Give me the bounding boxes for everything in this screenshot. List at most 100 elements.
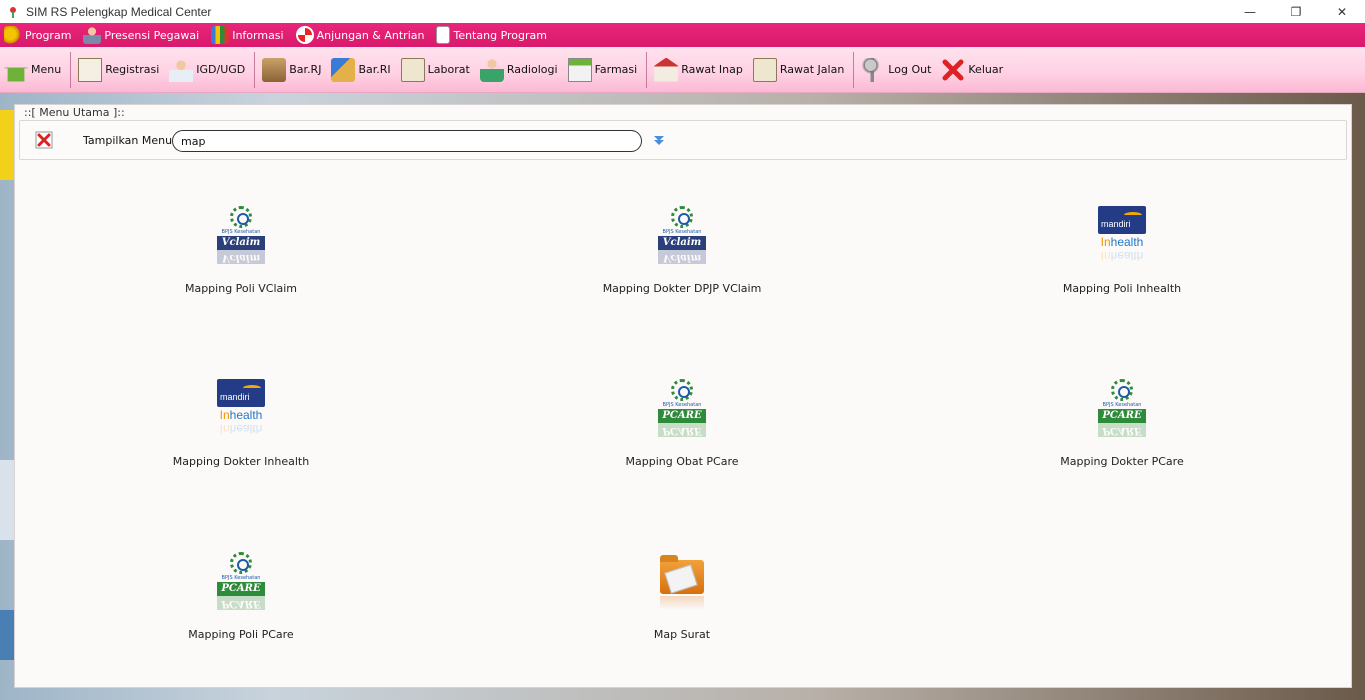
panel-title: ::[ Menu Utama ]:: [22, 106, 127, 119]
vclaim-badge-reflection: Vclaim [217, 250, 265, 264]
restore-button[interactable]: ❐ [1273, 0, 1319, 23]
vclaim-badge: Vclaim [658, 236, 706, 250]
toolbar-logout-label: Log Out [888, 63, 932, 76]
menu-informasi-label: Informasi [232, 28, 284, 42]
hospital-icon [654, 57, 679, 82]
tile-mapping-poli-inhealth[interactable]: mandiri Inhealth Inhealth Mapping Poli I… [972, 206, 1272, 316]
toolbar-radiologi-label: Radiologi [506, 63, 558, 76]
key-icon [4, 26, 22, 44]
menu-anjungan-antrian[interactable]: Anjungan & Antrian [292, 23, 433, 47]
pharmacy-icon [567, 57, 592, 82]
toolbar: Menu Registrasi IGD/UGD Bar.RJ Bar.RI La… [0, 47, 1365, 93]
background-strip [0, 460, 14, 540]
home-icon [4, 57, 28, 82]
pcare-badge: PCARE [217, 582, 265, 596]
doctor-icon [169, 57, 194, 82]
pcare-badge-reflection: PCARE [217, 596, 265, 610]
mandiri-logo: mandiri [217, 379, 265, 407]
tile-mapping-poli-vclaim[interactable]: BPJS Kesehatan Vclaim Vclaim Mapping Pol… [91, 206, 391, 316]
radiology-icon [479, 57, 504, 82]
tile-mapping-dokter-dpjp-vclaim[interactable]: BPJS Kesehatan Vclaim Vclaim Mapping Dok… [532, 206, 832, 316]
person-icon [83, 26, 102, 44]
outpatient-icon [752, 57, 777, 82]
toolbar-farmasi-button[interactable]: Farmasi [564, 50, 644, 90]
toolbar-laborat-button[interactable]: Laborat [397, 50, 476, 90]
toolbar-bar-rj-label: Bar.RJ [289, 63, 322, 76]
toolbar-bar-ri-button[interactable]: Bar.RI [327, 50, 396, 90]
toolbar-bar-ri-label: Bar.RI [358, 63, 391, 76]
tile-mapping-poli-pcare[interactable]: BPJS Kesehatan PCARE PCARE Mapping Poli … [91, 552, 391, 662]
close-window-button[interactable]: ✕ [1319, 0, 1365, 23]
document-icon [436, 26, 451, 44]
chart-icon [211, 26, 230, 44]
title-bar: SIM RS Pelengkap Medical Center — ❐ ✕ [0, 0, 1365, 23]
menu-presensi-pegawai[interactable]: Presensi Pegawai [79, 23, 207, 47]
tile-mapping-dokter-inhealth[interactable]: mandiri Inhealth Inhealth Mapping Dokter… [91, 379, 391, 489]
background-strip [0, 110, 14, 180]
toolbar-separator [853, 51, 855, 88]
bar-rj-icon [262, 57, 287, 82]
lab-icon [400, 57, 425, 82]
toolbar-keluar-button[interactable]: Keluar [937, 50, 1009, 90]
lifebuoy-icon [295, 26, 314, 44]
toolbar-logout-button[interactable]: Log Out [857, 50, 937, 90]
search-input[interactable] [172, 130, 642, 152]
folder-icon [657, 552, 707, 616]
register-icon [78, 57, 103, 82]
bpjs-pcare-logo: BPJS Kesehatan PCARE PCARE [657, 379, 707, 443]
app-icon [6, 5, 20, 19]
toolbar-rawat-jalan-label: Rawat Jalan [779, 63, 845, 76]
bpjs-pcare-logo: BPJS Kesehatan PCARE PCARE [216, 552, 266, 616]
chevron-down-icon [654, 136, 664, 145]
pcare-badge: PCARE [1098, 409, 1146, 423]
menu-program[interactable]: Program [0, 23, 79, 47]
toolbar-radiologi-button[interactable]: Radiologi [476, 50, 564, 90]
keys-icon [861, 57, 886, 82]
exit-x-icon [941, 58, 965, 82]
menu-program-label: Program [25, 28, 72, 42]
minimize-button[interactable]: — [1227, 0, 1273, 23]
mandiri-inhealth-logo: mandiri Inhealth Inhealth [216, 379, 266, 443]
menu-bar: Program Presensi Pegawai Informasi Anjun… [0, 23, 1365, 47]
toolbar-rawat-inap-button[interactable]: Rawat Inap [650, 50, 749, 90]
mandiri-inhealth-logo: mandiri Inhealth Inhealth [1097, 206, 1147, 270]
tile-label: Mapping Poli PCare [188, 628, 294, 641]
pcare-badge-reflection: PCARE [1098, 423, 1146, 437]
inhealth-reflection: Inhealth [1100, 249, 1144, 263]
inhealth-text: Inhealth [1100, 235, 1144, 249]
window-title: SIM RS Pelengkap Medical Center [26, 4, 212, 19]
tile-label: Mapping Poli Inhealth [1062, 282, 1182, 295]
close-menu-button[interactable] [35, 131, 53, 149]
tile-label: Mapping Obat PCare [625, 455, 739, 468]
menu-tentang-program[interactable]: Tentang Program [432, 23, 555, 47]
bpjs-ring-icon [230, 206, 252, 228]
toolbar-separator [646, 51, 648, 88]
menu-informasi[interactable]: Informasi [207, 23, 291, 47]
toolbar-laborat-label: Laborat [427, 63, 470, 76]
bpjs-ring-icon [671, 379, 693, 401]
background-strip [0, 610, 14, 660]
bpjs-vclaim-logo: BPJS Kesehatan Vclaim Vclaim [216, 206, 266, 270]
toolbar-igd-button[interactable]: IGD/UGD [165, 50, 251, 90]
toolbar-rawat-jalan-button[interactable]: Rawat Jalan [749, 50, 850, 90]
toolbar-menu-button[interactable]: Menu [0, 50, 67, 90]
toolbar-bar-rj-button[interactable]: Bar.RJ [258, 50, 327, 90]
toolbar-menu-label: Menu [31, 63, 62, 76]
toolbar-registrasi-button[interactable]: Registrasi [74, 50, 165, 90]
bpjs-ring-icon [230, 552, 252, 574]
menu-presensi-label: Presensi Pegawai [104, 28, 200, 42]
toolbar-registrasi-label: Registrasi [105, 63, 160, 76]
bpjs-text: BPJS Kesehatan [662, 402, 702, 408]
bar-ri-icon [331, 57, 356, 82]
tile-mapping-obat-pcare[interactable]: BPJS Kesehatan PCARE PCARE Mapping Obat … [532, 379, 832, 489]
toolbar-separator [70, 51, 72, 88]
tile-map-surat[interactable]: Map Surat [532, 552, 832, 662]
bpjs-vclaim-logo: BPJS Kesehatan Vclaim Vclaim [657, 206, 707, 270]
search-button[interactable] [652, 133, 666, 147]
vclaim-badge: Vclaim [217, 236, 265, 250]
bpjs-text: BPJS Kesehatan [221, 229, 261, 235]
tile-mapping-dokter-pcare[interactable]: BPJS Kesehatan PCARE PCARE Mapping Dokte… [972, 379, 1272, 489]
tile-label: Mapping Dokter PCare [1060, 455, 1184, 468]
mandiri-logo: mandiri [1098, 206, 1146, 234]
bpjs-pcare-logo: BPJS Kesehatan PCARE PCARE [1097, 379, 1147, 443]
